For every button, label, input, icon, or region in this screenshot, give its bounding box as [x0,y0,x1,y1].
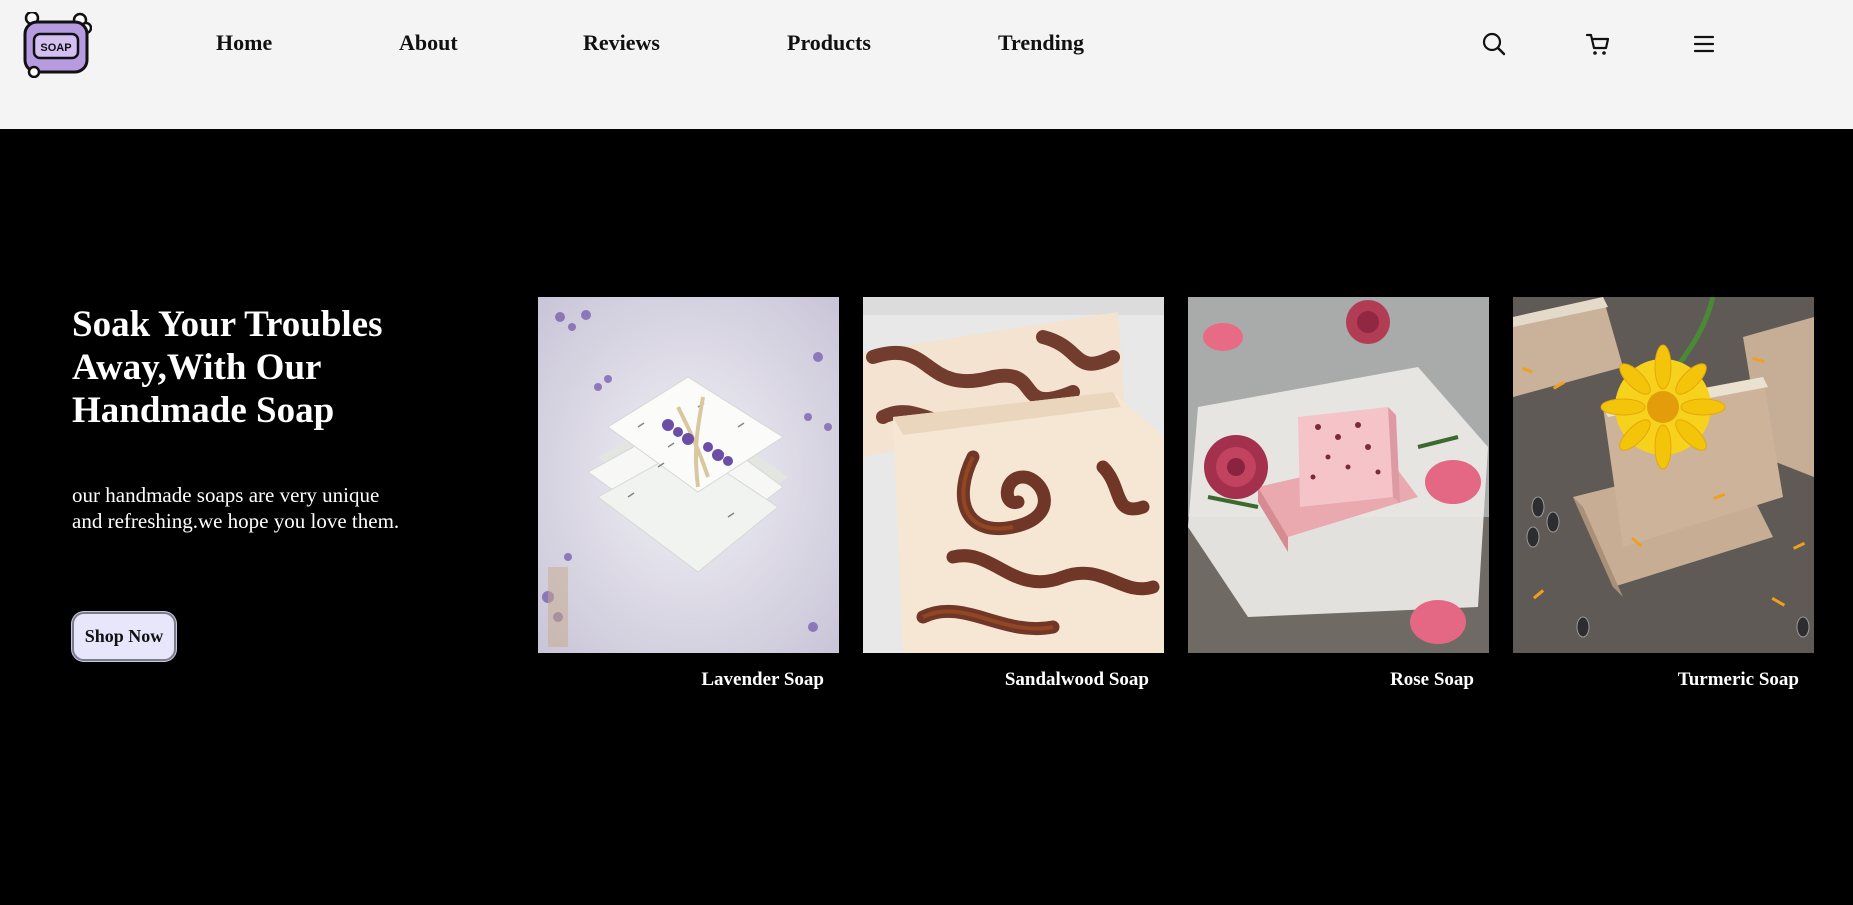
nav-trending[interactable]: Trending [998,30,1084,56]
product-label-rose: Rose Soap [1390,669,1474,690]
sandalwood-soap-image [863,297,1164,653]
product-label-turmeric: Turmeric Soap [1677,669,1799,690]
product-label-lavender: Lavender Soap [701,669,824,690]
lavender-soap-image [538,297,839,653]
nav-products[interactable]: Products [787,30,871,56]
soap-logo[interactable]: SOAP [22,10,93,79]
nav-home[interactable]: Home [216,30,272,56]
nav-about[interactable]: About [399,30,458,56]
cart-icon[interactable] [1585,31,1611,57]
site-header: SOAP Home About Reviews Products Trendin… [0,0,1853,129]
shop-now-button[interactable]: Shop Now [72,612,176,661]
product-label-sandalwood: Sandalwood Soap [1004,669,1149,690]
hero-description: our handmade soaps are very unique and r… [72,483,400,533]
hero-title: Soak Your Troubles Away,With Our Handmad… [72,304,383,431]
menu-icon[interactable] [1691,31,1717,57]
nav-reviews[interactable]: Reviews [583,30,660,56]
logo-text: SOAP [40,42,71,54]
turmeric-soap-image [1513,297,1814,653]
soap-logo-icon: SOAP [23,10,93,79]
search-icon[interactable] [1481,31,1507,57]
rose-soap-image [1188,297,1489,653]
